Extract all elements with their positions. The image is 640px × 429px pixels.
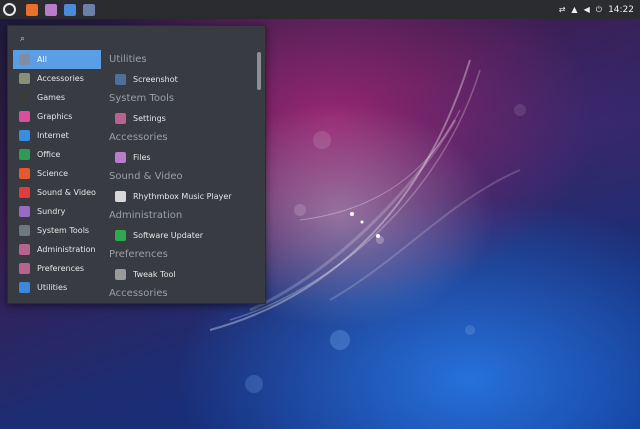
system-tools-icon: [19, 225, 30, 236]
category-label: Graphics: [37, 112, 73, 121]
category-label: Office: [37, 150, 61, 159]
section-heading: Accessories: [109, 132, 168, 143]
power-icon[interactable]: ⏻: [596, 5, 602, 15]
category-accessories[interactable]: Accessories: [13, 69, 101, 88]
sound-video-icon: [19, 187, 30, 198]
category-sundry[interactable]: Sundry: [13, 202, 101, 221]
section-heading: Sound & Video: [109, 171, 183, 182]
search-icon: ⌕: [20, 34, 26, 44]
clock[interactable]: 14:22: [608, 5, 634, 15]
screenshot-icon: [115, 74, 126, 85]
section-heading: Utilities: [109, 54, 147, 65]
category-utilities[interactable]: Utilities: [13, 278, 101, 297]
category-label: Utilities: [37, 283, 68, 292]
app-label: Screenshot: [133, 75, 178, 84]
preferences-icon: [19, 263, 30, 274]
network-icon[interactable]: ⇄: [559, 5, 566, 14]
games-icon: [19, 92, 30, 103]
app-label: Software Updater: [133, 231, 204, 240]
app-list: Utilities Screenshot System Tools Settings A…: [109, 50, 257, 300]
app-item-files[interactable]: Files: [109, 148, 257, 167]
files-icon[interactable]: [45, 3, 57, 16]
notes-icon[interactable]: [64, 3, 76, 16]
files-icon: [115, 152, 126, 163]
panel-launchers: [19, 3, 95, 16]
category-graphics[interactable]: Graphics: [13, 107, 101, 126]
category-label: Sundry: [37, 207, 66, 216]
category-label: Games: [37, 93, 65, 102]
category-label: Internet: [37, 131, 69, 140]
notification-bell-icon[interactable]: ▲: [571, 5, 577, 14]
category-label: Science: [37, 169, 69, 178]
search-box[interactable]: ⌕: [14, 31, 259, 47]
section-heading: Preferences: [109, 249, 168, 260]
application-menu: ⌕ All Accessories Games Graphics Internet Off…: [7, 25, 266, 304]
app-label: Files: [133, 153, 151, 162]
sundry-icon: [19, 206, 30, 217]
app-label: Rhythmbox Music Player: [133, 192, 232, 201]
category-sound-video[interactable]: Sound & Video: [13, 183, 101, 202]
internet-icon: [19, 130, 30, 141]
app-menu-button[interactable]: [3, 3, 16, 16]
category-label: Sound & Video: [37, 188, 96, 197]
section-heading: Accessories: [109, 288, 168, 299]
category-label: Administration: [37, 245, 96, 254]
firefox-icon[interactable]: [26, 3, 38, 16]
category-label: System Tools: [37, 226, 90, 235]
category-preferences[interactable]: Preferences: [13, 259, 101, 278]
utilities-icon: [19, 282, 30, 293]
accessories-icon: [19, 73, 30, 84]
category-label: All: [37, 55, 47, 64]
app-item-software-updater[interactable]: Software Updater: [109, 226, 257, 245]
top-panel: ⇄ ▲ ◀ ⏻ 14:22: [0, 0, 640, 19]
category-games[interactable]: Games: [13, 88, 101, 107]
app-item-settings[interactable]: Settings: [109, 109, 257, 128]
system-tray: ⇄ ▲ ◀ ⏻ 14:22: [559, 0, 640, 19]
category-label: Preferences: [37, 264, 85, 273]
volume-icon[interactable]: ◀: [584, 5, 590, 14]
category-system-tools[interactable]: System Tools: [13, 221, 101, 240]
category-internet[interactable]: Internet: [13, 126, 101, 145]
category-list: All Accessories Games Graphics Internet Offic…: [13, 50, 101, 297]
app-label: Settings: [133, 114, 166, 123]
music-icon: [115, 191, 126, 202]
category-science[interactable]: Science: [13, 164, 101, 183]
category-administration[interactable]: Administration: [13, 240, 101, 259]
app-item-tweak-tool[interactable]: Tweak Tool: [109, 265, 257, 284]
calendar-icon[interactable]: [83, 3, 95, 16]
all-icon: [19, 54, 30, 65]
section-heading: Administration: [109, 210, 183, 221]
updater-icon: [115, 230, 126, 241]
category-all[interactable]: All: [13, 50, 101, 69]
administration-icon: [19, 244, 30, 255]
section-heading: System Tools: [109, 93, 175, 104]
category-office[interactable]: Office: [13, 145, 101, 164]
app-item-screenshot[interactable]: Screenshot: [109, 70, 257, 89]
tweak-icon: [115, 269, 126, 280]
app-item-rhythmbox-music-player[interactable]: Rhythmbox Music Player: [109, 187, 257, 206]
office-icon: [19, 149, 30, 160]
app-label: Tweak Tool: [133, 270, 176, 279]
graphics-icon: [19, 111, 30, 122]
settings-icon: [115, 113, 126, 124]
scrollbar[interactable]: [257, 52, 261, 90]
science-icon: [19, 168, 30, 179]
category-label: Accessories: [37, 74, 84, 83]
